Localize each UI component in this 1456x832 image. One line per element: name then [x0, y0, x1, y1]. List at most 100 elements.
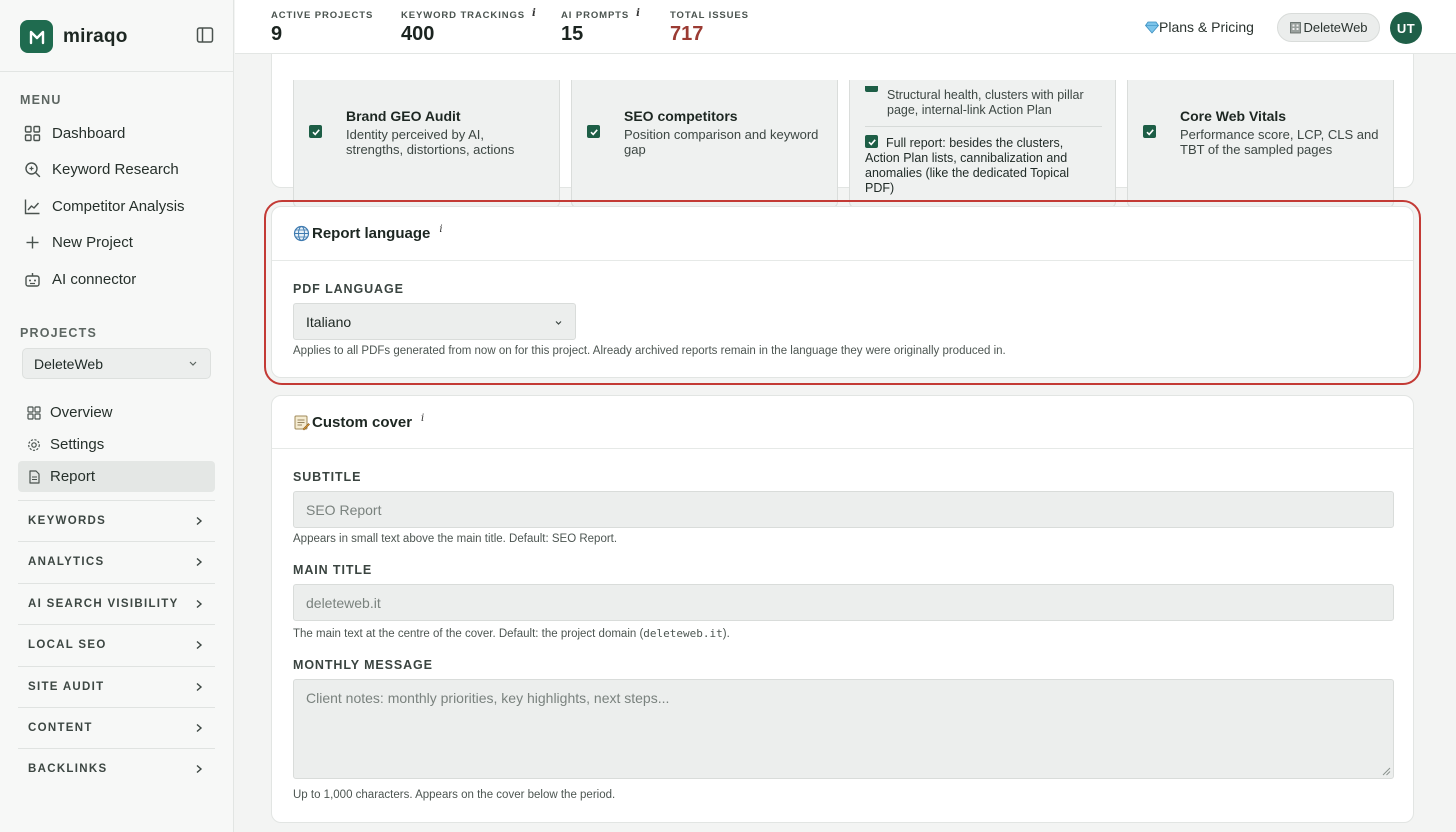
pdf-language-help: Applies to all PDFs generated from now o… [293, 345, 1006, 357]
sidebar: miraqo MENU Dashboard Keyword Research C… [0, 0, 234, 832]
robot-icon [25, 272, 40, 287]
option-core-web-vitals[interactable]: Core Web Vitals Performance score, LCP, … [1127, 80, 1394, 208]
workspace-label: DeleteWeb [1303, 20, 1368, 35]
group-site-audit[interactable]: SITE AUDIT [18, 666, 215, 706]
menu-section-label: MENU [20, 93, 62, 107]
gear-icon [28, 438, 40, 451]
checkbox[interactable] [1143, 125, 1156, 138]
info-icon[interactable]: i [439, 224, 442, 235]
resize-handle-icon[interactable] [1382, 767, 1391, 776]
search-icon [25, 161, 41, 177]
monthly-message-label: MONTHLY MESSAGE [293, 658, 433, 672]
option-topical[interactable]: Structural health, clusters with pillar … [849, 80, 1116, 208]
plans-pricing-link[interactable]: Plans & Pricing [1145, 19, 1254, 35]
stat-label-text: ACTIVE PROJECTS [271, 10, 374, 21]
chart-line-icon [24, 199, 40, 214]
sidebar-item-new-project[interactable]: New Project [20, 226, 215, 258]
option-seo-competitors[interactable]: SEO competitors Position comparison and … [571, 80, 838, 208]
building-icon [1290, 22, 1302, 34]
project-select-value: DeleteWeb [34, 355, 104, 372]
monthly-message-textarea[interactable]: Client notes: monthly priorities, key hi… [293, 679, 1394, 779]
sidebar-item-overview[interactable]: Overview [18, 397, 215, 428]
globe-icon [293, 225, 310, 242]
workspace-button[interactable]: DeleteWeb [1277, 13, 1380, 42]
custom-cover-card: Custom cover i SUBTITLE SEO Report Appea… [271, 395, 1414, 823]
option-description: Position comparison and keyword gap [624, 127, 819, 157]
sidebar-item-report[interactable]: Report [18, 461, 215, 492]
info-icon[interactable]: i [636, 8, 641, 19]
stat-total-issues[interactable]: TOTAL ISSUES 717 [670, 10, 749, 46]
document-icon [29, 469, 40, 484]
stat-ai-prompts: AI PROMPTS i 15 [561, 8, 641, 46]
group-ai-search-visibility[interactable]: AI SEARCH VISIBILITY [18, 583, 215, 623]
pdf-language-select[interactable]: Italiano [293, 303, 576, 340]
stat-value: 15 [561, 23, 584, 45]
stat-label: TOTAL ISSUES [670, 10, 749, 21]
group-label: KEYWORDS [28, 514, 107, 527]
check-icon [1145, 128, 1154, 136]
brand[interactable]: miraqo [20, 20, 128, 53]
group-backlinks[interactable]: BACKLINKS [18, 748, 215, 788]
checkbox[interactable] [865, 86, 878, 92]
main-title-help: The main text at the centre of the cover… [293, 627, 730, 640]
subtitle-input[interactable]: SEO Report [293, 491, 1394, 528]
chevron-down-icon [189, 361, 197, 366]
chevron-right-icon [196, 723, 203, 733]
stat-label-text: TOTAL ISSUES [670, 10, 749, 21]
monthly-message-help: Up to 1,000 characters. Appears on the c… [293, 789, 616, 801]
check-icon [589, 128, 598, 136]
sidebar-item-ai-connector[interactable]: AI connector [20, 263, 215, 295]
sidebar-toggle-icon[interactable] [196, 26, 214, 44]
group-analytics[interactable]: ANALYTICS [18, 541, 215, 581]
monthly-message-placeholder: Client notes: monthly priorities, key hi… [306, 690, 670, 706]
stat-active-projects: ACTIVE PROJECTS 9 [271, 10, 373, 46]
sidebar-item-competitor-analysis[interactable]: Competitor Analysis [20, 190, 215, 222]
sidebar-item-settings[interactable]: Settings [18, 429, 215, 460]
group-content[interactable]: CONTENT [18, 707, 215, 747]
chevron-right-icon [196, 557, 203, 567]
chevron-right-icon [196, 516, 203, 526]
stat-value: 9 [271, 23, 283, 45]
top-bar: ACTIVE PROJECTS 9 KEYWORD TRACKINGS i 400… [235, 0, 1456, 54]
info-icon[interactable]: i [421, 413, 424, 424]
subtitle-help: Appears in small text above the main tit… [293, 533, 618, 545]
chevron-right-icon [196, 640, 203, 650]
check-icon [311, 128, 320, 136]
info-icon[interactable]: i [532, 8, 537, 19]
project-select[interactable]: DeleteWeb [22, 348, 211, 379]
main-title-input[interactable]: deleteweb.it [293, 584, 1394, 621]
main-title-help-code: deleteweb.it [643, 627, 723, 640]
sidebar-item-label: Report [50, 468, 96, 485]
sidebar-item-keyword-research[interactable]: Keyword Research [20, 153, 215, 185]
chevron-right-icon [196, 682, 203, 692]
option-brand-geo-audit[interactable]: Brand GEO Audit Identity perceived by AI… [293, 80, 560, 208]
group-label: ANALYTICS [28, 555, 105, 568]
checkbox[interactable] [309, 125, 322, 138]
checkbox[interactable] [587, 125, 600, 138]
stat-label-text: KEYWORD TRACKINGS [401, 10, 526, 21]
chevron-down-icon [555, 321, 562, 325]
brand-name: miraqo [63, 25, 128, 47]
option-title: Core Web Vitals [1180, 108, 1287, 124]
report-sections-card: Brand GEO Audit Identity perceived by AI… [271, 40, 1414, 208]
pdf-language-label: PDF LANGUAGE [293, 282, 404, 296]
group-label: BACKLINKS [28, 762, 108, 775]
sidebar-item-label: New Project [52, 233, 133, 251]
group-label: SITE AUDIT [28, 680, 105, 693]
diamond-icon [1145, 21, 1159, 34]
group-label: LOCAL SEO [28, 638, 107, 651]
sidebar-item-label: Keyword Research [52, 160, 179, 178]
group-local-seo[interactable]: LOCAL SEO [18, 624, 215, 664]
option-title: Brand GEO Audit [346, 108, 461, 124]
main-title-help-end: ). [722, 628, 730, 640]
sidebar-item-dashboard[interactable]: Dashboard [20, 117, 215, 149]
dashboard-icon [24, 125, 41, 141]
group-keywords[interactable]: KEYWORDS [18, 500, 215, 540]
grid-icon [27, 405, 41, 420]
projects-section-label: PROJECTS [20, 326, 97, 340]
chevron-right-icon [196, 764, 203, 774]
avatar[interactable]: UT [1390, 12, 1422, 44]
sidebar-item-label: Settings [50, 436, 105, 453]
subtitle-placeholder: SEO Report [306, 501, 382, 518]
sidebar-item-label: Dashboard [52, 124, 126, 142]
